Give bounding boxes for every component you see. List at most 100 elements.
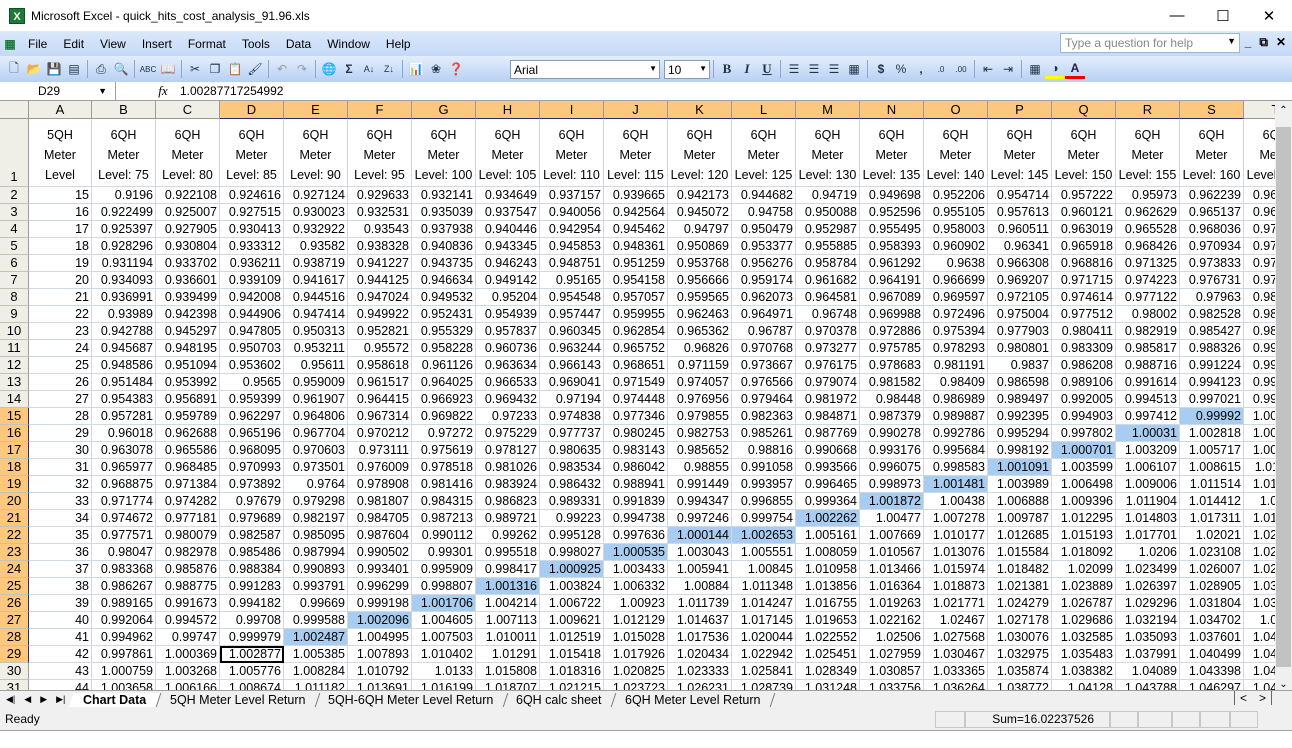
cell[interactable]: 16 [29,204,92,221]
cell[interactable]: 0.995294 [988,425,1052,442]
cell[interactable]: 1.020434 [668,646,732,663]
column-header-s[interactable]: S [1180,101,1244,119]
select-all-corner[interactable] [0,101,29,119]
cell[interactable]: 0.986042 [604,459,668,476]
cell[interactable]: 0.942173 [668,187,732,204]
cell[interactable]: 1.017311 [1180,510,1244,527]
cell[interactable]: 0.948586 [92,357,156,374]
column-title-cell[interactable]: 6QH Meter Level: 80 [156,119,220,187]
column-title-cell[interactable]: 6QH Meter Level: 165 [1244,119,1275,187]
cell[interactable]: 0.985652 [668,442,732,459]
cell[interactable]: 0.959174 [732,272,796,289]
cell[interactable]: 0.969041 [540,374,604,391]
cell[interactable]: 1.013691 [348,680,412,690]
cell[interactable]: 1.009006 [1116,476,1180,493]
cell[interactable]: 0.936211 [220,255,284,272]
cell[interactable]: 0.992395 [988,408,1052,425]
cell[interactable]: 1.038382 [1052,663,1116,680]
cell[interactable]: 0.973277 [796,340,860,357]
print-icon[interactable]: ⎙ [91,59,111,79]
cell[interactable]: 0.942564 [604,204,668,221]
cell[interactable]: 0.967314 [348,408,412,425]
cell[interactable]: 0.985817 [1116,340,1180,357]
cell[interactable]: 1.018873 [924,578,988,595]
cell[interactable]: 0.984315 [412,493,476,510]
cell[interactable]: 0.957281 [92,408,156,425]
cell[interactable]: 0.991673 [156,595,220,612]
cell[interactable]: 0.928296 [92,238,156,255]
align-right-icon[interactable]: ☰ [824,59,844,79]
cell[interactable]: 1.033365 [924,663,988,680]
cell[interactable]: 1.019263 [860,595,924,612]
cell[interactable]: 1.016364 [860,578,924,595]
help-search-input[interactable]: Type a question for help ▼ [1060,33,1240,53]
cell[interactable]: 0.991058 [732,459,796,476]
research-icon[interactable]: 📖 [158,59,178,79]
cell[interactable]: 0.963078 [92,442,156,459]
cell[interactable]: 0.983143 [604,442,668,459]
cell[interactable]: 1.03721 [1244,612,1275,629]
cell[interactable]: 0.93989 [92,306,156,323]
row-header[interactable]: 20 [0,493,29,510]
cell[interactable]: 0.93543 [348,221,412,238]
cell[interactable]: 0.958228 [412,340,476,357]
cell[interactable]: 0.930804 [156,238,220,255]
cell[interactable]: 0.991283 [220,578,284,595]
cell[interactable]: 1.010958 [796,561,860,578]
cell[interactable]: 0.981416 [412,476,476,493]
next-sheet-icon[interactable]: ▶ [40,694,47,705]
menu-view[interactable]: View [92,37,134,51]
scroll-right-icon[interactable]: > [1259,691,1266,705]
cell[interactable]: 0.948751 [540,255,604,272]
cell[interactable]: 1.043007 [1244,646,1275,663]
row-header[interactable]: 23 [0,544,29,561]
cell[interactable]: 0.98047 [92,544,156,561]
cell[interactable]: 0.994962 [92,629,156,646]
column-title-cell[interactable]: 6QH Meter Level: 145 [988,119,1052,187]
cell[interactable]: 1.018482 [988,561,1052,578]
column-header-f[interactable]: F [348,101,412,119]
row-header[interactable]: 4 [0,221,29,238]
column-header-p[interactable]: P [988,101,1052,119]
cell[interactable]: 1.005776 [220,663,284,680]
cell[interactable]: 0.997246 [668,510,732,527]
cell[interactable]: 0.988941 [604,476,668,493]
cell[interactable]: 1.002487 [284,629,348,646]
cell[interactable]: 0.949698 [860,187,924,204]
cell[interactable]: 20 [29,272,92,289]
cell[interactable]: 0.927124 [284,187,348,204]
cell[interactable]: 0.975004 [988,306,1052,323]
percent-button[interactable]: % [891,59,911,79]
cell[interactable]: 0.97679 [220,493,284,510]
autosum-icon[interactable]: Σ [339,59,359,79]
cell[interactable]: 0.9837 [988,357,1052,374]
workbook-minimize-icon[interactable]: _ [1245,35,1252,50]
cell[interactable]: 1.003658 [92,680,156,690]
column-header-q[interactable]: Q [1052,101,1116,119]
cell[interactable]: 0.974672 [92,510,156,527]
cell[interactable]: 1.010567 [860,544,924,561]
scroll-down-icon[interactable]: ⌄ [1275,679,1292,690]
cell[interactable]: 0.993566 [796,459,860,476]
cell[interactable]: 1.035874 [988,663,1052,680]
cell[interactable]: 0.979074 [796,374,860,391]
column-title-cell[interactable]: 6QH Meter Level: 130 [796,119,860,187]
cell[interactable]: 0.976566 [732,374,796,391]
chart-wizard-icon[interactable]: 📊 [406,59,426,79]
cell[interactable]: 0.982197 [284,510,348,527]
cell[interactable]: 0.983368 [92,561,156,578]
cell[interactable]: 0.969988 [860,306,924,323]
column-title-cell[interactable]: 6QH Meter Level: 75 [92,119,156,187]
cell[interactable]: 0.941227 [348,255,412,272]
row-header[interactable]: 2 [0,187,29,204]
cell[interactable]: 1.008059 [796,544,860,561]
cell[interactable]: 0.973833 [1180,255,1244,272]
cell[interactable]: 1.007669 [860,527,924,544]
cell[interactable]: 0.967645 [1244,204,1275,221]
cell[interactable]: 0.947805 [220,323,284,340]
cell[interactable]: 1.045906 [1244,663,1275,680]
cell[interactable]: 1.019819 [1244,510,1275,527]
cell[interactable]: 28 [29,408,92,425]
cell[interactable]: 0.995128 [540,527,604,544]
cell[interactable]: 0.966923 [412,391,476,408]
